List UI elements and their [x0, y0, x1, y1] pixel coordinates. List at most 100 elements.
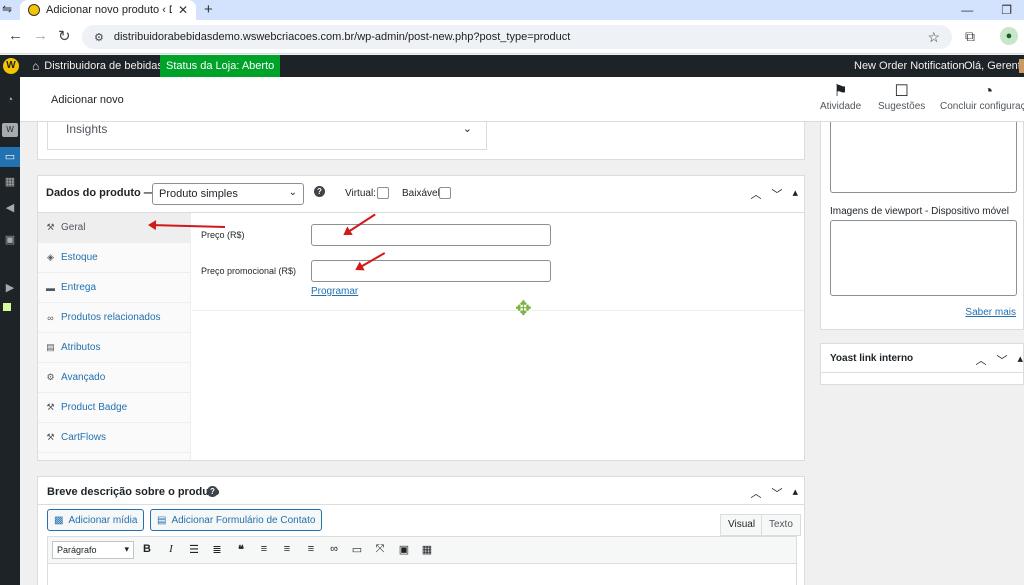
help-icon[interactable]: ? — [314, 186, 325, 197]
tab-attributes[interactable]: ▤ Atributos — [38, 333, 191, 363]
add-media-label: Adicionar mídia — [68, 514, 138, 526]
tab-inventory[interactable]: ◈ Estoque — [38, 243, 191, 273]
profile-avatar-icon[interactable]: ● — [1000, 27, 1018, 45]
site-info-icon[interactable]: ⚙ — [94, 31, 104, 44]
omnibox[interactable]: ⚙ distribuidorabebidasdemo.wswebcriacoes… — [82, 25, 952, 49]
woocommerce-header: Adicionar novo ⚑ Atividade ☐ Sugestões ◔… — [20, 77, 1024, 122]
new-tab-button[interactable]: + — [204, 0, 213, 20]
format-value: Parágrafo — [57, 545, 97, 555]
site-logo-icon[interactable]: W — [3, 58, 19, 74]
bullet-list-icon[interactable]: ☰ — [187, 543, 201, 556]
layout-icon[interactable]: ▣ — [2, 233, 18, 247]
read-more-icon[interactable]: ▭ — [350, 543, 364, 556]
tab-shipping[interactable]: ▬ Entrega — [38, 273, 191, 303]
product-type-value: Produto simples — [159, 188, 238, 200]
tab-general[interactable]: ⚒ Geral — [38, 213, 191, 243]
fullscreen-icon[interactable]: ⤧ — [373, 543, 387, 556]
yoast-internal-link-header: Yoast link interno ︿ ﹀ ▴ — [821, 344, 1024, 373]
toggle-panel-icon[interactable]: ▴ — [792, 186, 798, 202]
italic-icon[interactable]: I — [164, 543, 178, 555]
restore-icon[interactable]: ❐ — [1001, 3, 1012, 17]
box-controls: ︿ ﹀ ▴ — [975, 352, 1023, 368]
schedule-link[interactable]: Programar — [311, 286, 358, 297]
window-controls: — ❐ — [961, 0, 1012, 20]
product-type-select[interactable]: Produto simples ⌄ — [152, 183, 304, 205]
toggle-panel-icon[interactable]: ▴ — [792, 485, 798, 501]
avatar[interactable] — [1019, 59, 1024, 73]
help-icon[interactable]: ? — [207, 486, 218, 497]
tab-cartflows[interactable]: ⚒ CartFlows — [38, 423, 191, 453]
align-center-icon[interactable]: ≡ — [280, 543, 294, 555]
reload-icon[interactable]: ↻ — [58, 27, 71, 45]
product-data-box: Dados do produto — Produto simples ⌄ ? V… — [37, 175, 805, 461]
url-text[interactable]: distribuidorabebidasdemo.wswebcriacoes.c… — [114, 31, 918, 43]
virtual-checkbox[interactable] — [377, 187, 389, 199]
add-form-label: Adicionar Formulário de Contato — [171, 514, 316, 526]
move-down-icon[interactable]: ﹀ — [771, 186, 782, 202]
feedback-icon: ☐ — [894, 83, 909, 100]
format-select[interactable]: Parágrafo ▾ — [52, 541, 134, 559]
forward-icon[interactable]: → — [33, 27, 48, 44]
favicon-icon — [28, 4, 40, 16]
marketing-icon[interactable]: ◀ — [2, 201, 18, 215]
short-description-header: Breve descrição sobre o produto ? ︿ ﹀ ▴ — [38, 477, 804, 505]
bookmark-star-icon[interactable]: ☆ — [927, 29, 940, 46]
suggestions-button[interactable]: ☐ Sugestões — [878, 83, 925, 112]
form-icon: ▤ — [157, 514, 167, 526]
tab-visual[interactable]: Visual — [720, 514, 764, 536]
tab-text[interactable]: Texto — [761, 514, 801, 536]
tab-linked-products[interactable]: ∞ Produtos relacionados — [38, 303, 191, 333]
insights-toggle[interactable]: Insights ⌄ — [47, 122, 487, 150]
tab-search-icon[interactable]: ⇋ — [2, 0, 12, 20]
finish-setup-button[interactable]: ◔ Concluir configuração — [940, 83, 1024, 112]
textarea-top[interactable] — [830, 122, 1017, 193]
activity-button[interactable]: ⚑ Atividade — [820, 83, 861, 112]
browser-tab[interactable]: Adicionar novo produto ‹ Distri ✕ — [20, 0, 196, 20]
sale-price-input[interactable] — [311, 260, 551, 282]
products-icon[interactable]: ▭ — [0, 147, 20, 167]
box-controls: ︿ ﹀ ▴ — [750, 186, 798, 202]
minimize-icon[interactable]: — — [961, 3, 973, 17]
play-icon[interactable]: ▶ — [2, 281, 18, 295]
align-left-icon[interactable]: ≡ — [257, 543, 271, 555]
woocommerce-icon[interactable]: W — [2, 123, 18, 137]
new-order-notification[interactable]: New Order Notification — [854, 55, 965, 77]
move-up-icon[interactable]: ︿ — [975, 352, 986, 368]
learn-more-link[interactable]: Saber mais — [965, 307, 1016, 318]
blockquote-icon[interactable]: ❝ — [234, 543, 248, 556]
add-contact-form-button[interactable]: ▤ Adicionar Formulário de Contato — [150, 509, 323, 531]
analytics-icon[interactable]: ▦ — [2, 175, 18, 189]
dashboard-icon[interactable]: ◔ — [2, 93, 18, 107]
move-down-icon[interactable]: ﹀ — [996, 352, 1007, 368]
insights-label: Insights — [66, 122, 108, 136]
viewport-textarea[interactable] — [830, 220, 1017, 296]
site-name-link[interactable]: ⌂ Distribuidora de bebidas — [32, 55, 163, 77]
move-up-icon[interactable]: ︿ — [750, 186, 761, 202]
close-icon[interactable]: ✕ — [178, 3, 188, 17]
extensions-icon[interactable]: ⧉ — [965, 28, 975, 45]
tab-advanced[interactable]: ⚙ Avançado — [38, 363, 191, 393]
add-media-button[interactable]: ▩ Adicionar mídia — [47, 509, 145, 531]
editor-content-area[interactable] — [47, 564, 797, 585]
move-up-icon[interactable]: ︿ — [750, 485, 761, 501]
plugin-icon[interactable] — [3, 303, 11, 311]
truck-icon: ▬ — [46, 282, 55, 293]
store-status-badge[interactable]: Status da Loja: Aberto — [160, 55, 281, 77]
bold-icon[interactable]: B — [140, 543, 154, 555]
move-down-icon[interactable]: ﹀ — [771, 485, 782, 501]
back-icon[interactable]: ← — [8, 27, 23, 44]
sale-price-label: Preço promocional (R$) — [201, 266, 297, 276]
numbered-list-icon[interactable]: ≣ — [210, 543, 224, 556]
link-icon[interactable]: ∞ — [327, 543, 341, 555]
tab-product-badge[interactable]: ⚒ Product Badge — [38, 393, 191, 423]
chevron-down-icon[interactable]: ⌄ — [463, 122, 472, 135]
toolbar-toggle-icon[interactable]: ▣ — [397, 543, 411, 556]
user-greeting[interactable]: Olá, Gerente — [964, 55, 1024, 77]
tab-label: Geral — [61, 222, 86, 233]
flag-icon: ⚑ — [833, 83, 848, 100]
toggle-panel-icon[interactable]: ▴ — [1017, 352, 1023, 368]
insights-panel: Insights ⌄ — [37, 122, 805, 160]
align-right-icon[interactable]: ≡ — [304, 543, 318, 555]
keyboard-icon[interactable]: ▦ — [420, 543, 434, 556]
downloadable-checkbox[interactable] — [439, 187, 451, 199]
